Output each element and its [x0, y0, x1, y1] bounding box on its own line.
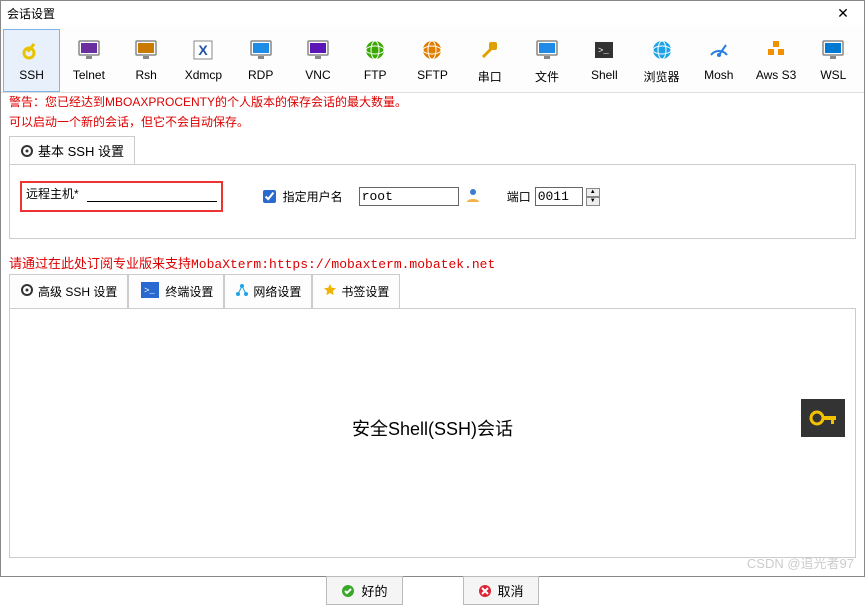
stype-label: 串口 — [478, 68, 502, 85]
tab-label: 网络设置 — [253, 283, 301, 300]
stype-shell[interactable]: >_ Shell — [576, 29, 633, 92]
cubes-icon — [762, 36, 790, 64]
network-icon — [235, 283, 249, 300]
session-type-title: 安全Shell(SSH)会话 — [352, 415, 513, 441]
tab-高级 SSH 设置[interactable]: 高级 SSH 设置 — [9, 274, 128, 308]
cancel-button[interactable]: 取消 — [463, 576, 539, 605]
close-icon[interactable]: ✕ — [828, 5, 858, 22]
stype-file[interactable]: 文件 — [518, 29, 575, 92]
stype-mosh[interactable]: Mosh — [690, 29, 747, 92]
stype-label: FTP — [364, 68, 387, 82]
tab-网络设置[interactable]: 网络设置 — [224, 274, 312, 308]
stype-rsh[interactable]: Rsh — [118, 29, 175, 92]
watermark: CSDN @追光者97 — [747, 553, 854, 572]
stype-label: SFTP — [417, 68, 448, 82]
pro-subscription-link[interactable]: 请通过在此处订阅专业版来支持MobaXterm:https://mobaxter… — [1, 239, 864, 274]
specify-user-label: 指定用户名 — [283, 188, 343, 205]
svg-text:>_: >_ — [144, 286, 155, 296]
warning-line1: 警告：您已经达到MBOAXPROCENTY的个人版本的保存会话的最大数量。 — [1, 93, 864, 113]
port-down-button[interactable]: ▼ — [586, 197, 600, 206]
check-icon — [341, 584, 355, 598]
tab-basic-ssh[interactable]: 基本 SSH 设置 — [9, 136, 135, 164]
plug-icon — [476, 36, 504, 64]
monitor-icon — [533, 36, 561, 64]
stype-label: Rsh — [135, 68, 156, 82]
monitor-icon — [819, 36, 847, 64]
monitor-icon — [247, 36, 275, 64]
tab-label: 终端设置 — [165, 283, 213, 300]
window-title: 会话设置 — [7, 5, 828, 22]
monitor-icon — [132, 36, 160, 64]
stype-xdmcp[interactable]: X Xdmcp — [175, 29, 232, 92]
stype-wsl[interactable]: WSL — [805, 29, 862, 92]
stype-browser[interactable]: 浏览器 — [633, 29, 690, 92]
port-label: 端口 — [507, 188, 531, 205]
stype-label: 浏览器 — [644, 68, 680, 85]
stype-label: WSL — [820, 68, 846, 82]
gear-icon — [20, 283, 34, 300]
ok-button[interactable]: 好的 — [326, 576, 402, 605]
tab-书签设置[interactable]: 书签设置 — [312, 274, 400, 308]
stype-ftp[interactable]: FTP — [347, 29, 404, 92]
ssh-key-icon — [801, 399, 845, 437]
stype-label: RDP — [248, 68, 273, 82]
user-picker-icon[interactable] — [465, 187, 481, 206]
ok-button-label: 好的 — [361, 581, 387, 600]
globe-icon — [418, 36, 446, 64]
port-input[interactable] — [535, 187, 583, 206]
key-icon — [18, 36, 46, 64]
basic-settings-panel: 远程主机* 指定用户名 端口 ▲ ▼ — [9, 164, 856, 239]
terminal-icon: >_ — [590, 36, 618, 64]
x-icon: X — [189, 36, 217, 64]
terminal-icon: >_ — [139, 279, 161, 304]
star-icon — [323, 283, 337, 300]
stype-vnc[interactable]: VNC — [289, 29, 346, 92]
cancel-icon — [478, 584, 492, 598]
monitor-icon — [304, 36, 332, 64]
username-input[interactable] — [359, 187, 459, 206]
tab-basic-ssh-label: 基本 SSH 设置 — [38, 141, 124, 160]
stype-sftp[interactable]: SFTP — [404, 29, 461, 92]
stype-label: 文件 — [535, 68, 559, 85]
warning-line2: 可以启动一个新的会话，但它不会自动保存。 — [1, 113, 864, 133]
remote-host-label: 远程主机* — [26, 185, 79, 202]
stype-ssh[interactable]: SSH — [3, 29, 60, 92]
stype-label: Aws S3 — [756, 68, 796, 82]
globe-icon — [648, 36, 676, 64]
stype-label: Xdmcp — [185, 68, 222, 82]
advanced-tab-row: 高级 SSH 设置 >_ 终端设置 网络设置 书签设置 — [1, 274, 864, 308]
advanced-settings-panel: 安全Shell(SSH)会话 — [9, 308, 856, 558]
svg-text:>_: >_ — [598, 46, 609, 56]
monitor-icon — [75, 36, 103, 64]
specify-user-checkbox[interactable] — [263, 190, 276, 203]
session-type-toolbar: SSH Telnet Rsh X Xdmcp RDP VNC FTP SFTP 串口 文件 >_ She… — [1, 25, 864, 93]
titlebar: 会话设置 ✕ — [1, 1, 864, 25]
cancel-button-label: 取消 — [498, 581, 524, 600]
svg-text:X: X — [199, 42, 209, 58]
stype-label: Telnet — [73, 68, 105, 82]
port-up-button[interactable]: ▲ — [586, 188, 600, 197]
stype-serial[interactable]: 串口 — [461, 29, 518, 92]
remote-host-highlight: 远程主机* — [20, 181, 223, 212]
tab-终端设置[interactable]: >_ 终端设置 — [128, 274, 224, 308]
stype-label: Shell — [591, 68, 618, 82]
stype-telnet[interactable]: Telnet — [60, 29, 117, 92]
dish-icon — [705, 36, 733, 64]
stype-label: Mosh — [704, 68, 733, 82]
gear-icon — [20, 144, 34, 158]
tab-label: 高级 SSH 设置 — [38, 283, 117, 300]
tab-label: 书签设置 — [341, 283, 389, 300]
stype-rdp[interactable]: RDP — [232, 29, 289, 92]
port-spinner[interactable]: ▲ ▼ — [586, 188, 600, 206]
stype-label: VNC — [305, 68, 330, 82]
remote-host-input[interactable] — [87, 186, 217, 202]
stype-label: SSH — [19, 68, 44, 82]
stype-aws[interactable]: Aws S3 — [747, 29, 804, 92]
globe-icon — [361, 36, 389, 64]
